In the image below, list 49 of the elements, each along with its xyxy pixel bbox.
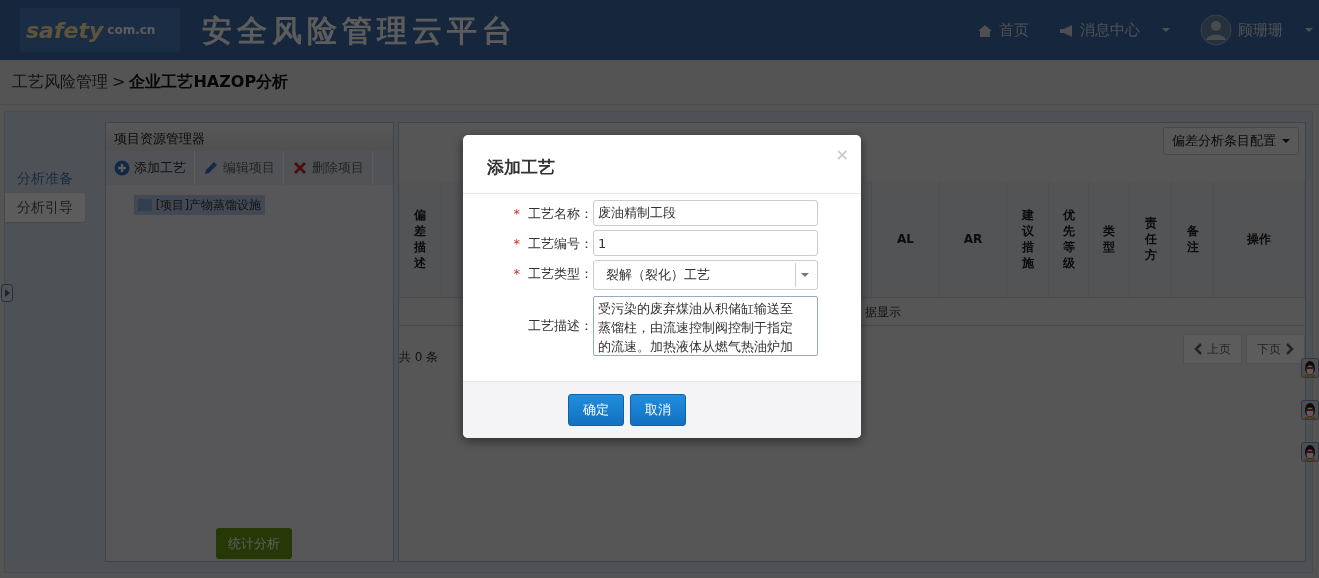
- field-label: 工艺类型：: [528, 265, 593, 283]
- breadcrumb-link[interactable]: 工艺风险管理: [12, 70, 108, 94]
- column-header: 优先等级: [1062, 206, 1075, 272]
- column-header: AR: [963, 231, 983, 248]
- chevron-right-icon: [1285, 343, 1294, 355]
- tree-item[interactable]: [项目]产物蒸馏设施: [133, 195, 266, 215]
- avatar-icon: [1200, 14, 1232, 46]
- expand-icon[interactable]: [1, 284, 13, 302]
- toolbar-button[interactable]: 添加工艺: [105, 151, 195, 185]
- text-area[interactable]: 受污染的废弃煤油从积储缸输送至蒸馏柱，由流速控制阀控制于指定的流速。加热液体从燃气热油炉加: [593, 296, 818, 356]
- column-header: 操作: [1247, 231, 1271, 248]
- breadcrumb-current: 企业工艺HAZOP分析: [129, 71, 289, 93]
- total-count: 共 0 条: [399, 349, 439, 366]
- logo-domain: com.cn: [107, 22, 156, 39]
- dialog-button[interactable]: 取消: [630, 394, 686, 426]
- required-mark: *: [513, 235, 520, 253]
- chat-icon[interactable]: [1301, 400, 1319, 420]
- column-header: 类型: [1103, 222, 1115, 256]
- field-label: 工艺编号：: [528, 235, 593, 253]
- input-field[interactable]: 废油精制工段: [593, 200, 818, 226]
- required-mark: *: [513, 265, 520, 283]
- megaphone-icon: [1059, 22, 1074, 38]
- chat-icon[interactable]: [1301, 358, 1319, 378]
- config-dropdown[interactable]: 偏差分析条目配置: [1163, 127, 1299, 155]
- column-header: 责任方: [1144, 214, 1157, 264]
- home-icon: [977, 22, 993, 38]
- field-label: 工艺描述：: [528, 317, 593, 335]
- close-button[interactable]: ×: [835, 147, 849, 163]
- select-field[interactable]: 裂解（裂化）工艺: [593, 260, 818, 290]
- stats-button[interactable]: 统计分析: [215, 527, 292, 559]
- pencil-icon: [202, 160, 219, 176]
- required-mark: *: [513, 205, 520, 223]
- column-header: 建议措施: [1021, 206, 1034, 272]
- input-field[interactable]: 1: [593, 230, 818, 256]
- dialog-button[interactable]: 确定: [568, 394, 624, 426]
- chat-icon[interactable]: [1301, 442, 1319, 462]
- chevron-left-icon: [1194, 343, 1203, 355]
- column-header: 偏差描述: [414, 206, 426, 272]
- add-icon: [113, 160, 130, 176]
- column-header: 备注: [1186, 222, 1199, 256]
- dialog-title: 添加工艺: [487, 156, 555, 179]
- delete-icon: [291, 160, 308, 176]
- column-header: AL: [897, 231, 914, 248]
- breadcrumb-separator: >: [112, 71, 126, 93]
- side-tab[interactable]: 分析引导: [5, 193, 85, 222]
- empty-message: 据显示: [865, 303, 901, 321]
- field-label: 工艺名称：: [528, 205, 593, 223]
- logo-text: safety: [26, 16, 104, 45]
- app-title: 安全风险管理云平台: [202, 11, 517, 50]
